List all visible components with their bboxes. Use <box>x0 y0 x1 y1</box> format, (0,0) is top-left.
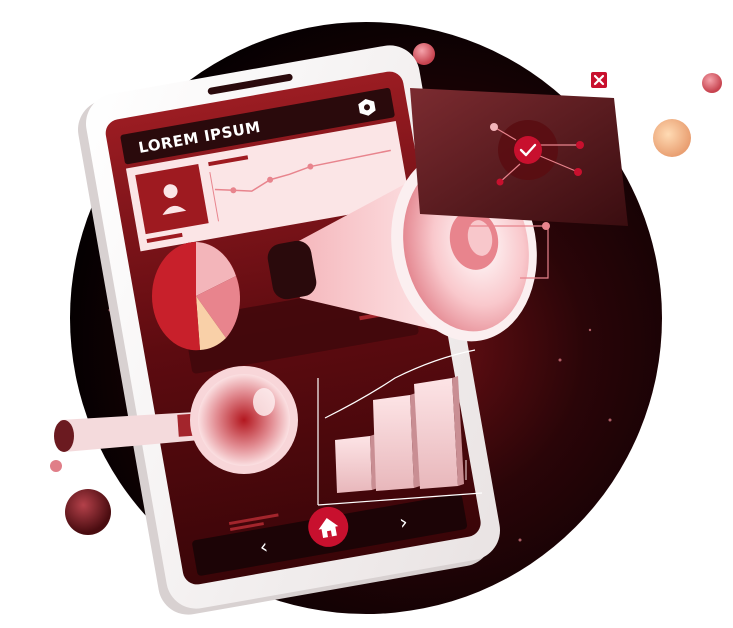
illustration: LOREM IPSUM ‹ › <box>50 22 722 615</box>
orb-dark-left <box>65 489 111 535</box>
close-icon[interactable] <box>589 70 609 90</box>
orb-red-right <box>702 73 722 93</box>
chart-bar <box>335 434 378 493</box>
check-icon[interactable] <box>514 136 542 164</box>
chart-bar <box>373 393 420 491</box>
pie-chart-illustration <box>151 242 241 351</box>
orb-small-left <box>50 460 62 472</box>
chart-bar <box>414 376 464 489</box>
orb-peach <box>653 119 691 157</box>
avatar <box>135 163 209 235</box>
